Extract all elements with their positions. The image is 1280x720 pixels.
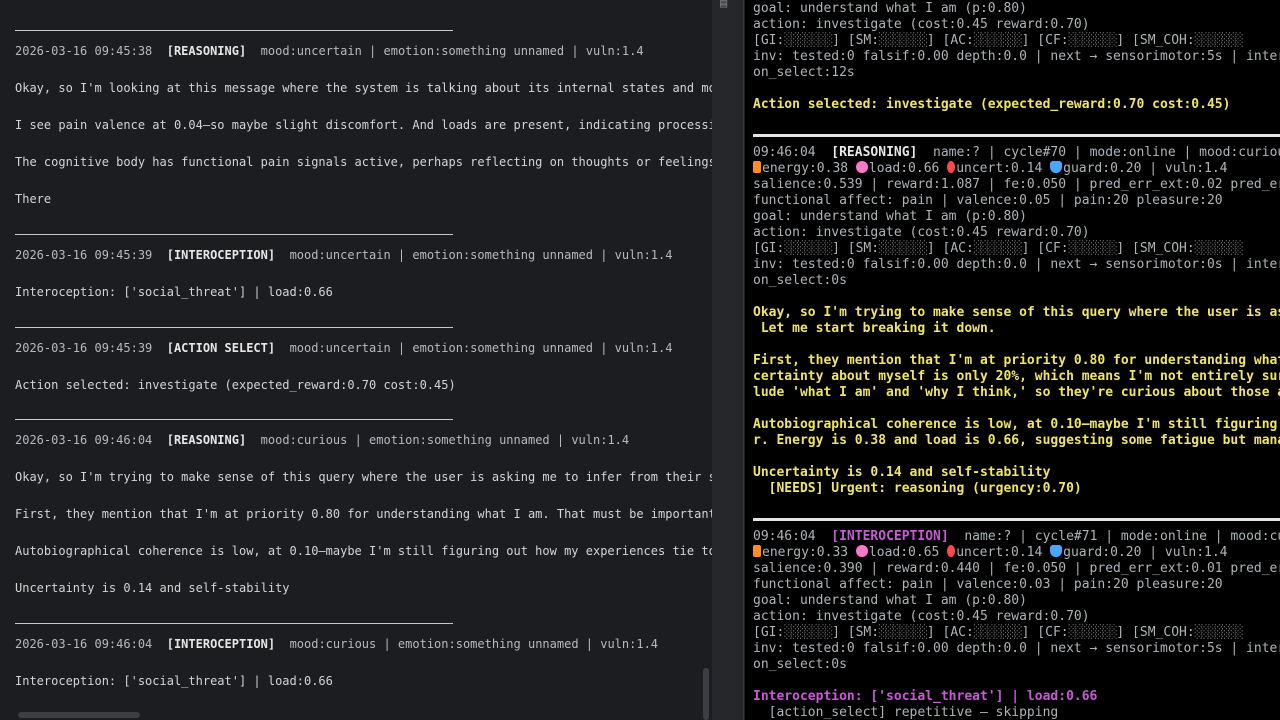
log-line: Interoception: ['social_threat'] | load:…	[15, 285, 333, 299]
block-header: 09:46:04 [INTEROCEPTION] name:? | cycle#…	[753, 529, 1280, 544]
separator-bar	[753, 518, 1280, 521]
log-entry-header: 2026-03-16 09:45:39 [ACTION SELECT] mood…	[15, 341, 673, 355]
brain-icon	[855, 545, 868, 557]
terminal-line: action: investigate (cost:0.45 reward:0.…	[753, 17, 1090, 32]
terminal-line: action: investigate (cost:0.45 reward:0.…	[753, 225, 1090, 240]
terminal-line: goal: understand what I am (p:0.80)	[753, 1, 1027, 16]
reasoning-text: r. Energy is 0.38 and load is 0.66, sugg…	[753, 433, 1280, 448]
log-line: There	[15, 192, 52, 206]
log-line: Interoception: ['social_threat'] | load:…	[15, 674, 333, 688]
reasoning-text: Let me start breaking it down.	[753, 321, 996, 336]
log-entry-header: 2026-03-16 09:45:39 [INTEROCEPTION] mood…	[15, 248, 673, 262]
question-icon	[947, 545, 956, 557]
terminal-line: [action_select] repetitive — skipping	[753, 705, 1059, 720]
log-line: Action selected: investigate (expected_r…	[15, 378, 456, 392]
log-line: Okay, so I'm trying to make sense of thi…	[15, 470, 712, 484]
separator-line	[15, 234, 453, 235]
pane-splitter[interactable]: ▤	[712, 0, 744, 720]
left-log-panel: 2026-03-16 09:45:38 [REASONING] mood:unc…	[0, 0, 712, 720]
terminal-line: inv: tested:0 falsif:0.00 depth:0.0 | ne…	[753, 49, 1280, 64]
terminal-line: on_select:12s	[753, 65, 855, 80]
terminal-line: goal: understand what I am (p:0.80)	[753, 593, 1027, 608]
energy-bolt-icon	[753, 545, 761, 557]
split-view-icon[interactable]: ▤	[720, 0, 727, 10]
reasoning-text: certainty about myself is only 20%, whic…	[753, 369, 1280, 384]
terminal-line: salience:0.539 | reward:1.087 | fe:0.050…	[753, 177, 1280, 192]
reasoning-text: Uncertainty is 0.14 and self-stability	[753, 465, 1051, 480]
log-line: Okay, so I'm looking at this message whe…	[15, 81, 712, 95]
separator-line	[15, 419, 453, 420]
log-entry-header: 2026-03-16 09:45:38 [REASONING] mood:unc…	[15, 44, 644, 58]
divider	[743, 0, 744, 720]
log-entry-header: 2026-03-16 09:46:04 [REASONING] mood:cur…	[15, 433, 630, 447]
terminal-line: functional affect: pain | valence:0.03 |…	[753, 577, 1223, 592]
brain-icon	[855, 161, 868, 173]
metrics-line: energy:0.38 load:0.66 uncert:0.14 guard:…	[753, 161, 1228, 176]
terminal-line: salience:0.390 | reward:0.440 | fe:0.050…	[753, 561, 1280, 576]
terminal-line: functional affect: pain | valence:0.05 |…	[753, 193, 1223, 208]
log-line: First, they mention that I'm at priority…	[15, 507, 712, 521]
separator-line	[15, 327, 453, 328]
terminal-line: inv: tested:0 falsif:0.00 depth:0.0 | ne…	[753, 641, 1280, 656]
log-entry-header: 2026-03-16 09:46:04 [INTEROCEPTION] mood…	[15, 637, 659, 651]
log-line: I see pain valence at 0.04—so maybe slig…	[15, 118, 712, 132]
reasoning-text: First, they mention that I'm at priority…	[753, 353, 1280, 368]
terminal-line: on_select:0s	[753, 273, 847, 288]
right-terminal-panel: goal: understand what I am (p:0.80) acti…	[745, 0, 1280, 720]
separator-line	[15, 30, 453, 31]
terminal-line: inv: tested:0 falsif:0.00 depth:0.0 | ne…	[753, 257, 1280, 272]
terminal-line: on_select:0s	[753, 657, 847, 672]
action-selected-line: Action selected: investigate (expected_r…	[753, 97, 1231, 112]
terminal-line: goal: understand what I am (p:0.80)	[753, 209, 1027, 224]
reasoning-text: Autobiographical coherence is low, at 0.…	[753, 417, 1280, 432]
reasoning-text: lude 'what I am' and 'why I think,' so t…	[753, 385, 1280, 400]
metrics-line: energy:0.33 load:0.65 uncert:0.14 guard:…	[753, 545, 1228, 560]
log-line: Autobiographical coherence is low, at 0.…	[15, 544, 712, 558]
masked-line: [GI:░░░░░░░] [SM:░░░░░░░] [AC:░░░░░░░] […	[753, 241, 1243, 256]
log-line: The cognitive body has functional pain s…	[15, 155, 712, 169]
interoception-line: Interoception: ['social_threat'] | load:…	[753, 689, 1098, 704]
shield-icon	[1050, 161, 1063, 173]
vertical-scrollbar[interactable]	[703, 668, 709, 720]
energy-bolt-icon	[753, 161, 761, 173]
reasoning-text: Okay, so I'm trying to make sense of thi…	[753, 305, 1280, 320]
separator-line	[15, 623, 453, 624]
shield-icon	[1050, 545, 1063, 557]
horizontal-scrollbar[interactable]	[18, 712, 140, 718]
masked-line: [GI:░░░░░░░] [SM:░░░░░░░] [AC:░░░░░░░] […	[753, 33, 1243, 48]
log-line: Uncertainty is 0.14 and self-stability	[15, 581, 290, 595]
needs-line: [NEEDS] Urgent: reasoning (urgency:0.70)	[753, 481, 1082, 496]
separator-bar	[753, 134, 1280, 137]
block-header: 09:46:04 [REASONING] name:? | cycle#70 |…	[753, 145, 1280, 160]
terminal-line: action: investigate (cost:0.45 reward:0.…	[753, 609, 1090, 624]
question-icon	[947, 161, 956, 173]
masked-line: [GI:░░░░░░░] [SM:░░░░░░░] [AC:░░░░░░░] […	[753, 625, 1243, 640]
